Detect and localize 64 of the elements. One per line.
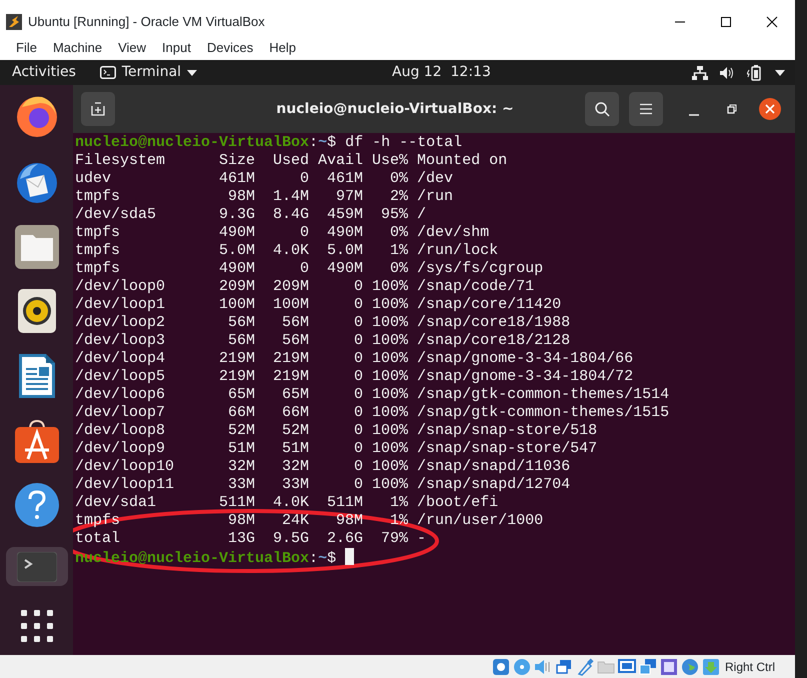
output-line: tmpfs 490M 0 490M 0% /sys/fs/cgroup [75,260,544,278]
menu-item[interactable]: Help [261,38,304,58]
output-line: /dev/loop1 100M 100M 0 100% /snap/core/11420 [75,296,562,314]
shopping-bag-icon [14,419,58,463]
output-line: tmpfs 98M 1.4M 97M 2% /run [75,188,454,206]
output-line: total 13G 9.5G 2.6G 79% - [75,530,428,548]
menu-item[interactable]: File [8,38,45,58]
close-icon [759,98,781,120]
terminal-output-area[interactable] [73,133,795,655]
output-line: udev 461M 0 461M 0% /dev [75,170,454,188]
output-line: Filesystem Size Used Avail Use% Mounted on [75,152,508,170]
new-tab-button[interactable] [81,92,115,126]
output-line: /dev/loop11 33M 33M 0 100% /snap/snapd/12704 [75,476,572,494]
battery-icon[interactable] [747,64,763,80]
restore-icon [727,104,737,114]
caret-icon[interactable] [775,70,785,76]
volume-icon[interactable] [720,66,735,80]
host-key-label: Right Ctrl [724,658,775,676]
output-line: /dev/loop6 65M 65M 0 100% /snap/gtk-common-themes/1514 [75,386,670,404]
minimize-icon [689,114,699,116]
optical-disc-icon[interactable] [512,658,531,676]
app-menu[interactable]: Terminal [100,62,198,83]
menu-item[interactable]: Input [154,38,199,58]
document-icon [18,353,56,399]
output-line: /dev/loop10 32M 32M 0 100% /snap/snapd/11036 [75,458,572,476]
clock[interactable]: Aug 12 12:13 [392,62,491,83]
activities-button[interactable]: Activities [0,62,88,83]
app-logo-icon [6,14,22,30]
menu-icon [639,103,653,115]
speaker-icon [18,289,56,333]
network-icon[interactable] [692,66,708,80]
output-line: tmpfs 490M 0 490M 0% /dev/shm [75,224,490,242]
prompt-line: nucleio@nucleio-VirtualBox:~$ df -h --total [75,134,464,152]
menu-item[interactable]: Devices [198,38,262,58]
folder-icon [14,225,58,269]
close-icon [766,16,778,28]
terminal-icon [16,552,56,582]
menu-item[interactable]: Machine [44,38,110,58]
globe-icon[interactable] [680,658,699,676]
terminal-icon [100,66,116,79]
display-icon[interactable] [618,658,636,676]
output-line: /dev/loop7 66M 66M 0 100% /snap/gtk-common-themes/1515 [75,404,670,422]
output-line: /dev/loop3 56M 56M 0 100% /snap/core18/2128 [75,332,572,350]
search-button[interactable] [585,92,619,126]
output-line: /dev/loop8 52M 52M 0 100% /snap/snap-store/518 [75,422,598,440]
output-line: /dev/loop0 209M 209M 0 100% /snap/code/71 [75,278,536,296]
menu-button[interactable] [629,92,663,126]
output-line: /dev/loop2 56M 56M 0 100% /snap/core18/1988 [75,314,572,332]
menu-item[interactable]: View [110,38,154,58]
output-line: /dev/loop4 219M 219M 0 100% /snap/gnome-3-34-1804/66 [75,350,634,368]
output-line: /dev/loop5 219M 219M 0 100% /snap/gnome-3-34-1804/72 [75,368,634,386]
output-line: /dev/loop9 51M 51M 0 100% /snap/snap-store/547 [75,440,598,458]
windows-icon[interactable] [638,658,657,676]
caret-icon [187,70,198,76]
search-icon [594,101,610,117]
output-line: /dev/sda5 9.3G 8.4G 459M 95% / [75,206,428,224]
new-tab-icon [91,102,105,116]
output-line: tmpfs 5.0M 4.0K 5.0M 1% /run/lock [75,242,500,260]
window-title: Ubuntu [Running] - Oracle VM VirtualBox [28,13,265,32]
app-grid-icon [20,610,52,642]
maximize-icon [720,16,732,28]
output-line: /dev/sda1 511M 4.0K 511M 1% /boot/efi [75,494,500,512]
terminal-title: nucleio@nucleio-VirtualBox: ~ [276,100,514,118]
help-icon [14,483,58,527]
